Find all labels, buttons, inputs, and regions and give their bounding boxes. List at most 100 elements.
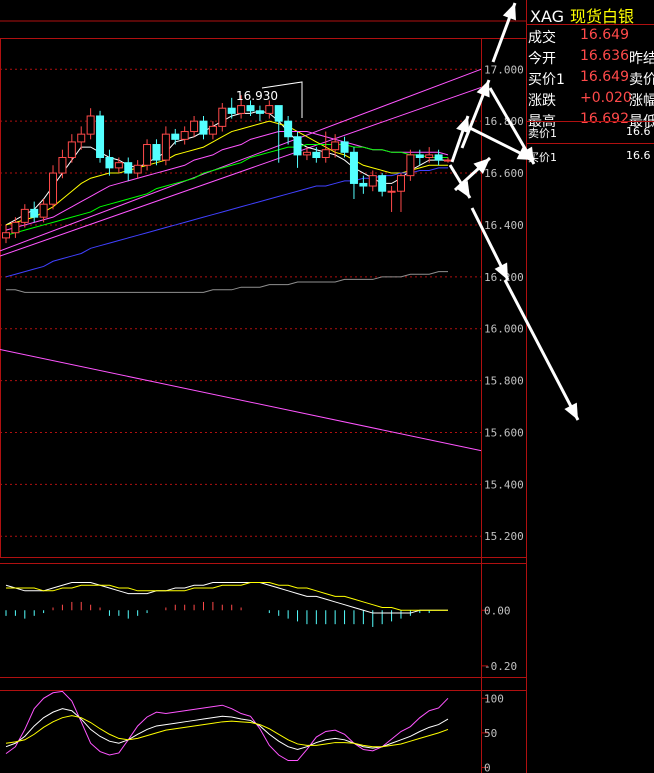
quote-value: 16.649 [580,27,629,43]
candle-body [77,133,86,143]
high-annotation: 16.930 [236,89,278,103]
y-tick-label: 15.800 [484,375,524,388]
arrow-head [456,116,470,134]
candle-body [30,208,39,218]
candle [444,157,452,163]
y-tick-label: 17.000 [484,63,524,76]
quote-value: 16.692 [580,111,629,127]
quote-label: 今开 [528,51,556,67]
candle [67,134,76,163]
y-tick-label: 15.200 [484,530,524,543]
quote-row-trade: 成交 16.649 [527,27,654,48]
annotation-arrow [491,2,517,63]
candle-body [246,105,255,112]
bid-label: 买价1 [528,151,557,164]
candle [96,110,105,163]
kdj-d-line [5,715,449,748]
divider [527,121,654,122]
quote-value: 16.636 [580,48,629,64]
candle [161,126,170,166]
quote-label-2: 昨结 [629,51,654,67]
candle-body [2,232,10,239]
candle-body [396,175,405,192]
candle-body [67,141,76,158]
candle-body [340,141,349,153]
candle-body [171,133,180,140]
annotation-arrow [469,126,535,162]
candle [293,131,302,168]
candle [58,149,67,179]
ma-line-ma120 [6,271,448,293]
candle [133,160,142,179]
candle [274,105,283,163]
candle-body [133,164,142,174]
candle [77,126,86,150]
candle-body [86,115,95,135]
candle-body [302,151,311,156]
candle-body [58,156,67,174]
candle [190,115,199,137]
candle [284,115,293,145]
candle-body [415,154,424,158]
quote-value: 16.649 [580,69,629,85]
candle-body [218,107,227,127]
candle-body [96,115,105,158]
candle-body [265,105,274,114]
candle [152,139,161,166]
annotation-arrow [448,164,472,199]
candle-body [237,105,246,114]
candle-body [190,120,199,133]
candle [378,173,387,197]
y-tick-label: 15.400 [484,478,524,491]
candle-body [312,151,321,158]
quote-row-change: 涨跌 +0.020 涨幅 [527,90,654,111]
candle [368,170,377,192]
candle [105,149,114,176]
candle-body [359,182,368,187]
ma-line-ma5 [5,110,448,226]
candle [2,224,10,244]
candle-body [406,154,415,177]
bid-value: 16.6 [626,149,651,162]
divider [527,143,654,144]
divider [527,24,654,25]
candle-body [208,125,217,135]
candle-body [284,120,293,138]
main-panel-frame [0,38,527,558]
y-tick-label: 16.400 [484,219,524,232]
candle-body [321,149,330,158]
candle [30,201,39,223]
candle-body [368,175,377,187]
candle-body [143,144,152,166]
candle [11,217,20,238]
ask-label: 卖价1 [528,127,557,140]
trendline [0,348,482,452]
candle-body [152,144,161,161]
arrow-head [502,3,516,21]
macd-y-tick-label: -0.20 [484,660,517,673]
candle [396,173,405,212]
candle-body [434,154,443,161]
kdj-y-tick-label: 50 [484,727,497,740]
candle [208,121,217,140]
candle-body [255,110,264,114]
kdj-j-line [5,690,449,762]
y-tick-label: 16.800 [484,115,524,128]
candle-body [444,159,452,162]
candle-body [114,162,123,169]
kdj-k-line [5,708,449,751]
candle-body [349,151,358,184]
y-tick-label: 16.600 [484,167,524,180]
candle [218,103,227,132]
candle-body [274,105,283,122]
candle-body [11,221,20,234]
candle-body [39,203,48,218]
y-tick-label: 15.600 [484,426,524,439]
candle [86,108,95,140]
y-tick-label: 16.000 [484,323,524,336]
candle-body [180,131,189,140]
candle-body [161,133,170,161]
candle-body [20,208,29,223]
quote-label: 买价1 [528,72,565,88]
candle [199,115,208,140]
